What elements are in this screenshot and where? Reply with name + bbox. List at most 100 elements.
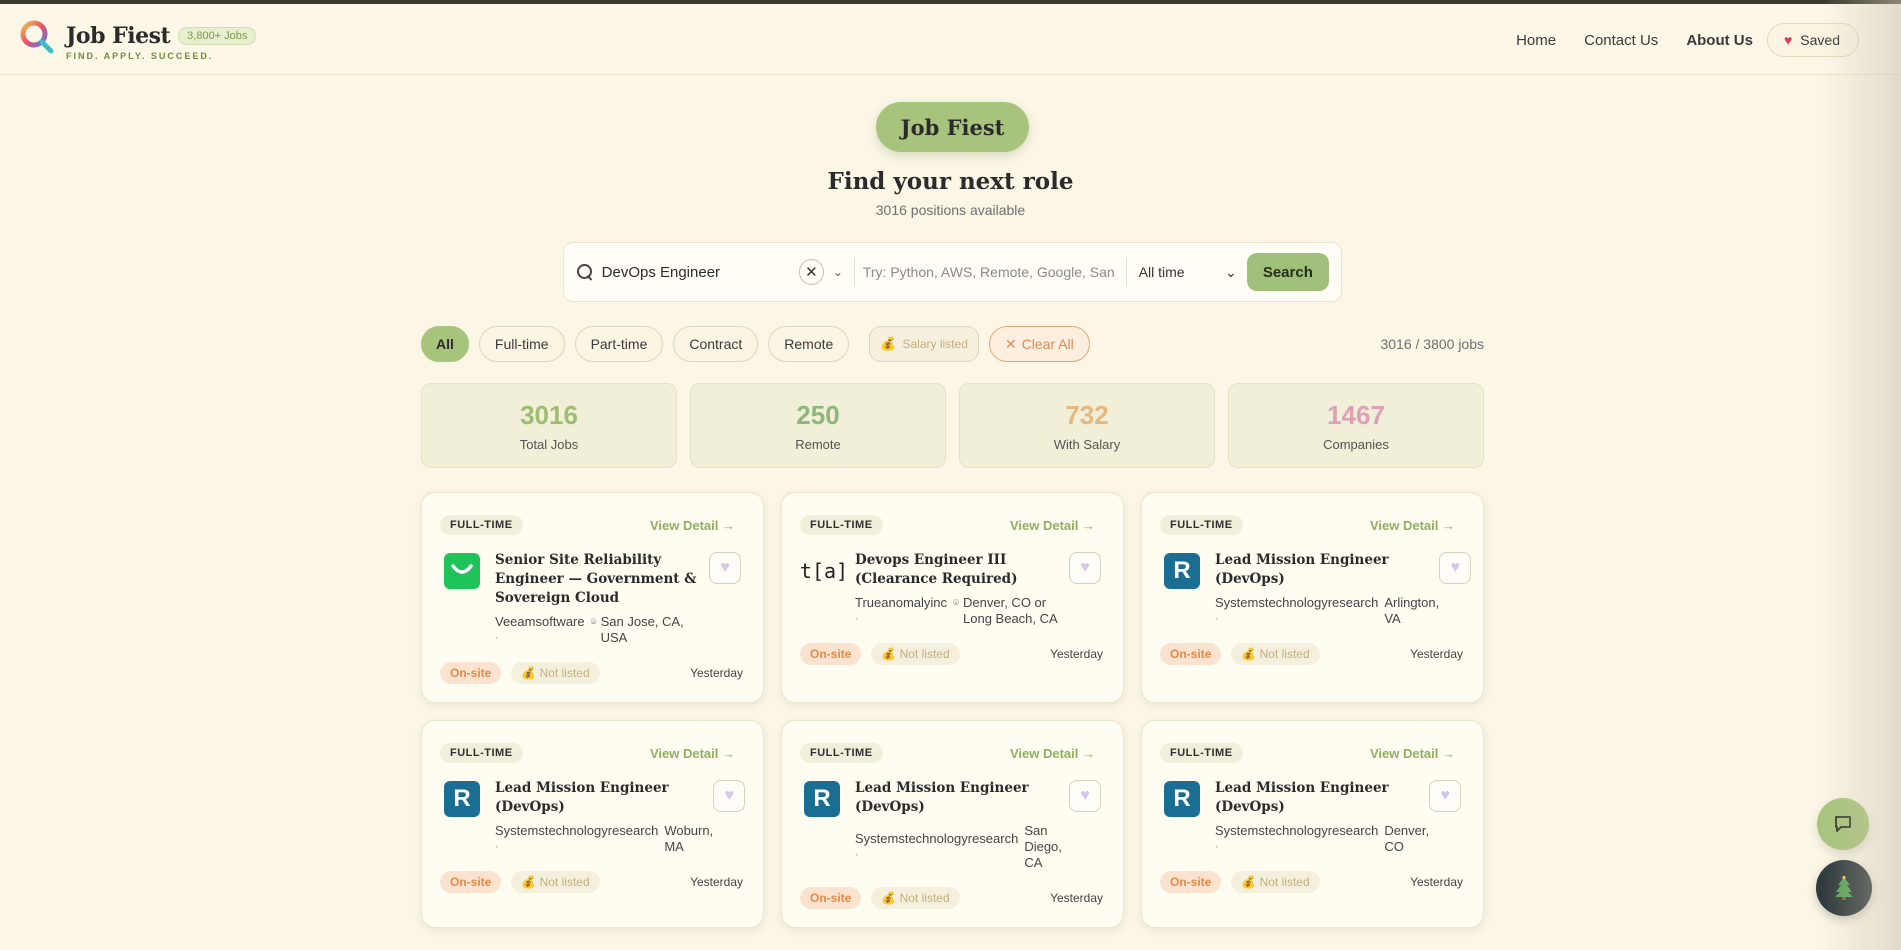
salary-badge: 💰 Not listed <box>871 643 960 665</box>
trueanomaly-logo-icon: t[a] <box>799 559 849 583</box>
tree-icon <box>1835 875 1853 900</box>
job-type-badge: FULL-TIME <box>800 515 883 535</box>
positions-available: 3016 positions available <box>875 202 1026 218</box>
filter-salary-label: Salary listed <box>902 337 968 351</box>
job-card[interactable]: FULL-TIME View Detail → R Lead Mission E… <box>1141 492 1484 703</box>
nav-about-us[interactable]: About Us <box>1686 32 1753 49</box>
company-name: Trueanomalyinc <box>855 595 948 610</box>
view-detail-link[interactable]: View Detail → <box>1010 746 1095 761</box>
search-bar: ✕ ⌄ All time ⌄ Search <box>563 242 1342 302</box>
company-name: Systemstechnologyresearch <box>495 823 659 838</box>
filter-contract[interactable]: Contract <box>673 326 759 362</box>
separator-dot: · <box>1215 613 1219 625</box>
separator-dot: · <box>855 613 859 625</box>
filter-all[interactable]: All <box>421 326 469 362</box>
time-filter-select[interactable]: All time ⌄ <box>1139 264 1237 281</box>
chevron-down-icon[interactable]: ⌄ <box>830 265 846 279</box>
job-title[interactable]: Devops Engineer III (Clearance Required) <box>855 551 1069 589</box>
str-logo-icon: R <box>804 781 840 817</box>
search-input[interactable] <box>601 263 797 281</box>
str-logo-icon: R <box>1164 553 1200 589</box>
heart-icon[interactable]: ♥ <box>709 552 741 584</box>
stat-remote: 250 Remote <box>690 383 946 468</box>
keyword-input[interactable] <box>862 264 1118 280</box>
view-detail-link[interactable]: View Detail → <box>1370 518 1455 533</box>
stat-value: 3016 <box>520 399 578 430</box>
brand-name: Job Fiest <box>66 23 171 49</box>
job-card[interactable]: FULL-TIME View Detail → R Lead Mission E… <box>1141 720 1484 928</box>
money-bag-icon: 💰 <box>1241 875 1260 889</box>
stat-total-jobs: 3016 Total Jobs <box>421 383 677 468</box>
stat-value: 1467 <box>1327 399 1385 430</box>
chat-button[interactable] <box>1817 798 1869 850</box>
job-type-badge: FULL-TIME <box>800 743 883 763</box>
nav-home[interactable]: Home <box>1516 32 1556 49</box>
holiday-tree-button[interactable] <box>1816 860 1872 916</box>
job-card[interactable]: FULL-TIME View Detail → R Lead Mission E… <box>781 720 1124 928</box>
filter-part-time[interactable]: Part-time <box>574 326 664 362</box>
heart-icon[interactable]: ♥ <box>1069 552 1101 584</box>
salary-badge: 💰 Not listed <box>1231 643 1320 665</box>
filter-full-time[interactable]: Full-time <box>478 326 565 362</box>
view-detail-link[interactable]: View Detail → <box>650 746 735 761</box>
job-card[interactable]: FULL-TIME View Detail → t[a] Devops Engi… <box>781 492 1124 703</box>
heart-icon[interactable]: ♥ <box>1069 780 1101 812</box>
stat-label: Remote <box>795 436 841 452</box>
jobs-count-badge: 3,800+ Jobs <box>178 27 257 45</box>
company-name: Systemstechnologyresearch <box>1215 595 1379 610</box>
job-type-badge: FULL-TIME <box>1160 515 1243 535</box>
job-type-badge: FULL-TIME <box>440 743 523 763</box>
divider <box>853 258 855 286</box>
clear-icon[interactable]: ✕ <box>798 259 825 285</box>
salary-text: Not listed <box>539 666 590 680</box>
money-bag-icon: 💰 <box>881 647 900 661</box>
stat-label: Companies <box>1323 436 1389 452</box>
stat-label: Total Jobs <box>519 436 579 452</box>
brand[interactable]: Job Fiest 3,800+ Jobs FIND. APPLY. SUCCE… <box>18 18 257 61</box>
heart-icon[interactable]: ♥ <box>1429 780 1462 812</box>
view-detail-link[interactable]: View Detail → <box>1010 518 1095 533</box>
nav-contact-us[interactable]: Contact Us <box>1584 32 1658 49</box>
posted-date: Yesterday <box>690 875 743 889</box>
salary-badge: 💰 Not listed <box>1231 871 1320 893</box>
heart-icon[interactable]: ♥ <box>713 780 746 812</box>
filter-salary-listed[interactable]: 💰 Salary listed <box>869 326 979 362</box>
view-detail-link[interactable]: View Detail → <box>650 518 735 533</box>
job-card[interactable]: FULL-TIME View Detail → R Lead Mission E… <box>421 720 764 928</box>
job-location: Denver, CO <box>1384 823 1430 854</box>
salary-text: Not listed <box>899 891 950 905</box>
job-card[interactable]: FULL-TIME View Detail → Senior Site Reli… <box>421 492 764 703</box>
posted-date: Yesterday <box>1050 891 1103 905</box>
separator-dot: · <box>495 632 499 644</box>
posted-date: Yesterday <box>1410 875 1463 889</box>
separator-dot: · <box>1215 841 1219 853</box>
chevron-down-icon: ⌄ <box>1224 263 1237 280</box>
posted-date: Yesterday <box>690 666 743 680</box>
separator-dot: · <box>495 841 499 853</box>
view-detail-link[interactable]: View Detail → <box>1370 746 1455 761</box>
close-icon: ✕ <box>1004 335 1017 352</box>
job-title[interactable]: Lead Mission Engineer (DevOps) <box>495 779 713 817</box>
workplace-badge: On-site <box>1160 871 1222 893</box>
money-bag-icon: 💰 <box>521 666 540 680</box>
brand-tagline: FIND. APPLY. SUCCEED. <box>66 51 214 61</box>
job-location: Denver, CO or Long Beach, CA <box>963 595 1058 626</box>
filter-remote[interactable]: Remote <box>768 326 850 362</box>
salary-text: Not listed <box>1259 647 1310 661</box>
job-location: San Jose, CA, USA <box>600 614 684 645</box>
saved-button[interactable]: ♥ Saved <box>1766 23 1859 57</box>
job-title[interactable]: Lead Mission Engineer (DevOps) <box>1215 779 1429 817</box>
str-logo-icon: R <box>1164 781 1200 817</box>
clear-all-button[interactable]: ✕ Clear All <box>988 326 1090 362</box>
job-location: San Diego, CA <box>1024 823 1062 870</box>
job-title[interactable]: Senior Site Reliability Engineer — Gover… <box>495 551 709 608</box>
job-title[interactable]: Lead Mission Engineer (DevOps) <box>1215 551 1439 589</box>
search-button[interactable]: Search <box>1246 253 1330 291</box>
stat-label: With Salary <box>1053 436 1121 452</box>
job-title[interactable]: Lead Mission Engineer (DevOps) <box>855 779 1069 817</box>
str-logo-icon: R <box>444 781 480 817</box>
salary-badge: 💰 Not listed <box>511 871 600 893</box>
saved-label: Saved <box>1800 32 1840 48</box>
page-title: Find your next role <box>827 168 1074 195</box>
heart-icon[interactable]: ♥ <box>1439 552 1472 584</box>
